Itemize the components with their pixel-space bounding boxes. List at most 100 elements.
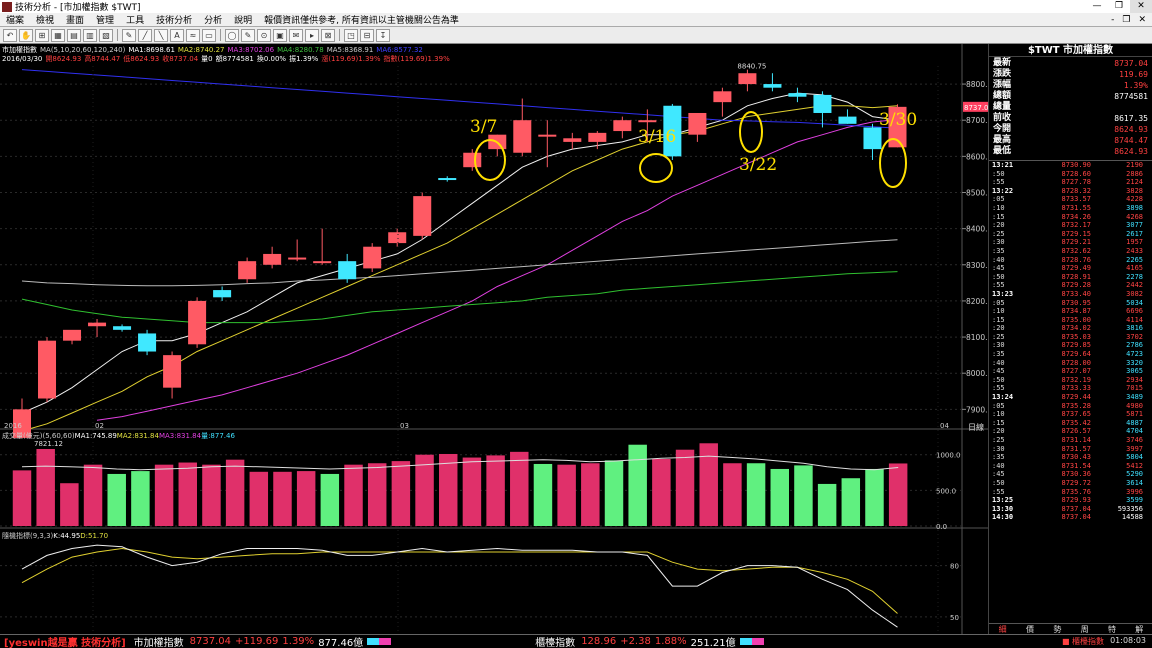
menu-file[interactable]: 檔案 [0,13,30,26]
volume-bar [273,471,292,526]
alert-label[interactable]: ■ 櫃檯指數 [1062,636,1104,647]
technical-chart[interactable]: 8800.0 8700.0 8600.0 8500.0 8400.0 8300.0 8200… [0,44,988,634]
tick-row: :10 8737.65 5871 [989,410,1152,419]
tick-price: 8734.87 [1061,307,1091,316]
toolbar-button-0[interactable]: ↶ [3,28,17,42]
toolbar-button-9[interactable]: ╲ [154,28,168,42]
price-axis-label: 7900.0 [966,405,988,414]
quote-tab-5[interactable]: 解 [1135,624,1143,634]
toolbar-button-22[interactable]: ↧ [376,28,390,42]
volume-bar [675,449,695,526]
mdi-close-button[interactable]: ✕ [1138,15,1146,25]
menu-manage[interactable]: 管理 [90,13,120,26]
quote-tab-3[interactable]: 周 [1081,624,1089,634]
tick-price: 8735.28 [1061,401,1091,410]
tick-time: :35 [992,453,1005,462]
quote-tab-0[interactable]: 細 [999,624,1007,634]
status-bar: [yeswin越是贏 技術分析] 市加權指數 8737.04 +119.69 1… [0,634,1152,648]
annotation-date: 3/22 [739,155,777,175]
toolbar-button-13[interactable]: ◯ [225,28,239,42]
volume-bar [888,463,908,526]
price-axis-label: 8100.0 [966,333,988,342]
tick-price: 8734.02 [1061,324,1091,333]
quote-tabs: 細價勢周特解 [989,623,1152,634]
toolbar-button-19[interactable]: ⊠ [321,28,335,42]
tick-time: :15 [992,315,1005,324]
mdi-minimize-button[interactable]: - [1111,15,1114,25]
toolbar-button-11[interactable]: ≈ [186,28,200,42]
mdi-restore-button[interactable]: ❐ [1122,15,1130,25]
toolbar-button-8[interactable]: ╱ [138,28,152,42]
quote-tab-2[interactable]: 勢 [1053,624,1061,634]
menu-screen[interactable]: 畫面 [60,13,90,26]
menu-help[interactable]: 說明 [228,13,258,26]
tick-row: :30 8729.85 2786 [989,341,1152,350]
tick-time: 14:30 [992,513,1014,522]
menu-technical-analysis[interactable]: 技術分析 [150,13,198,26]
tick-time: :45 [992,367,1005,376]
toolbar-button-10[interactable]: A [170,28,184,42]
toolbar-button-1[interactable]: ✋ [19,28,33,42]
chart-area[interactable]: 8800.0 8700.0 8600.0 8500.0 8400.0 8300.0 8200… [0,44,988,634]
tick-price: 8729.64 [1061,350,1091,359]
quote-row: 總額 8774581 [993,91,1148,102]
tick-row: :05 8730.95 5034 [989,299,1152,308]
menu-bar: 檔案 檢視 畫面 管理 工具 技術分析 分析 說明 報價資訊僅供參考, 所有資訊… [0,13,1152,27]
toolbar-button-4[interactable]: ▤ [67,28,81,42]
toolbar-button-7[interactable]: ✎ [122,28,136,42]
toolbar-button-21[interactable]: ⊟ [360,28,374,42]
toolbar-button-16[interactable]: ▣ [273,28,287,42]
candle-body [138,333,157,352]
ma-line-ma3 [96,119,898,421]
tick-price: 8729.44 [1061,393,1091,402]
quote-label: 總額 [993,91,1012,101]
maximize-button[interactable]: ❐ [1108,0,1130,13]
candle-body [688,112,707,135]
quote-tab-1[interactable]: 價 [1026,624,1034,634]
menu-tools[interactable]: 工具 [120,13,150,26]
tick-row: :40 8728.76 2265 [989,256,1152,265]
minimize-button[interactable]: — [1086,0,1108,13]
close-button[interactable]: ✕ [1130,0,1152,13]
volume-axis-label: 0.0 [936,523,947,531]
quote-label: 最新 [993,58,1012,68]
tick-time: :10 [992,410,1005,419]
menu-view[interactable]: 檢視 [30,13,60,26]
tick-price: 8733.57 [1061,195,1091,204]
volume-bar [178,462,197,526]
quote-row: 漲幅 1.39% [993,80,1148,91]
tick-volume: 593356 [1117,504,1143,513]
tick-time: :40 [992,358,1005,367]
toolbar-button-15[interactable]: ⊙ [257,28,271,42]
tick-row: :15 8734.26 4268 [989,213,1152,222]
annotation-circle [639,153,673,183]
toolbar-button-5[interactable]: ▥ [83,28,97,42]
tick-time: :50 [992,272,1005,281]
toolbar-button-2[interactable]: ⊞ [35,28,49,42]
tick-volume: 3997 [1126,444,1143,453]
toolbar-button-14[interactable]: ✎ [241,28,255,42]
toolbar-button-20[interactable]: ◳ [344,28,358,42]
tick-volume: 2617 [1126,229,1143,238]
tick-volume: 4165 [1126,264,1143,273]
menu-analysis[interactable]: 分析 [198,13,228,26]
tick-price: 8729.85 [1061,341,1091,350]
tick-time: :15 [992,418,1005,427]
tick-row: :50 8728.91 2278 [989,273,1152,282]
x-axis-label: 03 [400,422,409,430]
toolbar-button-3[interactable]: ▦ [51,28,65,42]
tick-volume: 4980 [1126,401,1143,410]
tick-row: :55 8729.28 2442 [989,281,1152,290]
toolbar-button-12[interactable]: ▭ [202,28,216,42]
toolbar-button-18[interactable]: ▸ [305,28,319,42]
quote-tab-4[interactable]: 特 [1108,624,1116,634]
tick-list[interactable]: 13:21 8730.90 2190:50 8728.60 2886:55 8727.78… [989,160,1152,522]
tick-row: :35 8730.43 5804 [989,453,1152,462]
tick-row: :30 8729.21 1957 [989,238,1152,247]
tick-price: 8730.90 [1061,161,1091,169]
toolbar-button-17[interactable]: ✉ [289,28,303,42]
toolbar-button-6[interactable]: ▧ [99,28,113,42]
volume-header-item-3: MA3:831.84 [158,432,202,440]
tick-time: 13:30 [992,504,1014,513]
otc-amount: 251.21億 [690,638,736,648]
